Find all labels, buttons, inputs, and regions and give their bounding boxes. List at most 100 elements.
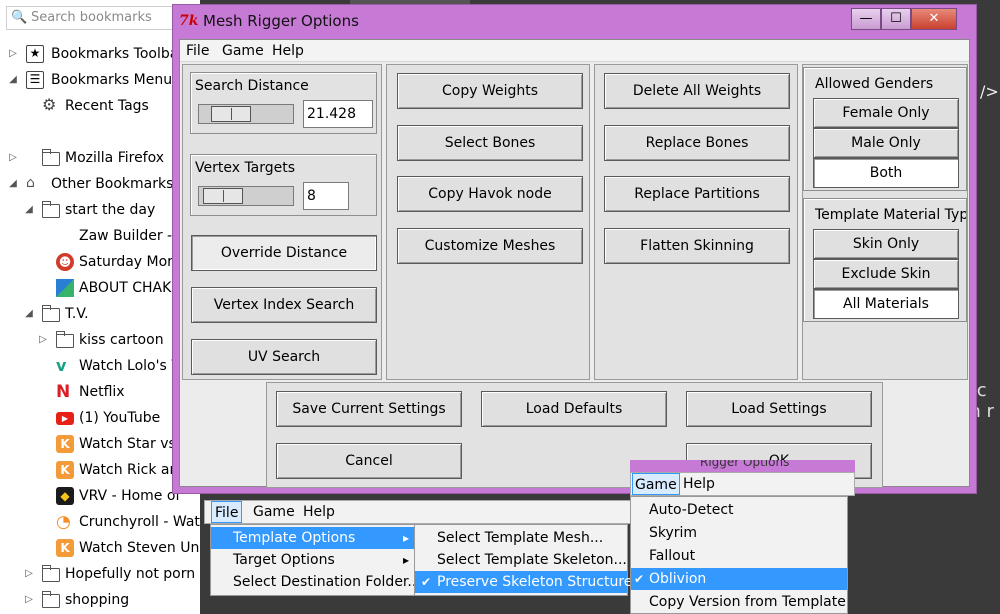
submenu-arrow-icon: ▸: [403, 553, 410, 567]
replace-partitions-button[interactable]: Replace Partitions: [604, 176, 790, 212]
close-button[interactable]: ✕: [911, 8, 957, 30]
bookmark-item[interactable]: ◔ Crunchyroll - Watch: [8, 510, 200, 534]
bookmark-item[interactable]: ▶ (1) YouTube: [8, 406, 198, 430]
bookmark-folder[interactable]: ▷ Mozilla Firefox: [8, 146, 198, 170]
bookmark-folder[interactable]: ◢ T.V.: [8, 302, 198, 326]
menu-help[interactable]: Help: [272, 43, 304, 59]
title-bar[interactable]: 7k Mesh Rigger Options — ☐ ✕: [173, 5, 976, 39]
bookmark-folder[interactable]: ▷ shopping: [8, 588, 198, 612]
search-distance-field[interactable]: 21.428: [303, 100, 373, 128]
menu-item-oblivion[interactable]: Oblivion: [631, 568, 847, 590]
k-site-icon: K: [56, 435, 74, 453]
search-placeholder: Search bookmarks: [31, 10, 152, 25]
collapse-arrow-icon[interactable]: ◢: [24, 302, 34, 326]
menu-item-preserve-skeleton[interactable]: Preserve Skeleton Structure: [415, 571, 632, 593]
collapse-arrow-icon[interactable]: ◢: [8, 172, 18, 196]
bookmark-label: Recent Tags: [65, 98, 149, 114]
menu-item-select-template-mesh[interactable]: Select Template Mesh...: [415, 527, 627, 549]
menu-game[interactable]: Game: [222, 43, 264, 59]
delete-all-weights-button[interactable]: Delete All Weights: [604, 73, 790, 109]
expand-arrow-icon[interactable]: ▷: [38, 328, 48, 352]
bookmark-item[interactable]: Zaw Builder - S: [8, 224, 198, 248]
flatten-skinning-button[interactable]: Flatten Skinning: [604, 228, 790, 264]
vine-icon: v: [56, 356, 67, 375]
game-dropdown: Auto-Detect Skyrim Fallout Oblivion ✔ Co…: [630, 496, 848, 614]
override-distance-button[interactable]: Override Distance: [191, 235, 377, 271]
bookmark-folder[interactable]: ◢ start the day: [8, 198, 198, 222]
file-dropdown: Template Options ▸ Target Options ▸ Sele…: [210, 524, 421, 596]
copy-weights-button[interactable]: Copy Weights: [397, 73, 583, 109]
customize-meshes-button[interactable]: Customize Meshes: [397, 228, 583, 264]
menu-item-template-options[interactable]: Template Options: [211, 527, 415, 549]
menu-item-target-options[interactable]: Target Options: [211, 549, 415, 571]
both-button[interactable]: Both: [813, 158, 959, 188]
bookmark-item[interactable]: K Watch Star vs.: [8, 432, 198, 456]
replace-bones-button[interactable]: Replace Bones: [604, 125, 790, 161]
load-settings-button[interactable]: Load Settings: [686, 391, 872, 427]
uv-search-button[interactable]: UV Search: [191, 339, 377, 375]
menu-game[interactable]: Game: [253, 501, 295, 523]
vertex-index-search-button[interactable]: Vertex Index Search: [191, 287, 377, 323]
minimize-button[interactable]: —: [851, 8, 881, 30]
bookmark-folder[interactable]: ◢ ⌂ Other Bookmarks: [8, 172, 198, 196]
folder-icon: [56, 331, 74, 348]
menu-file[interactable]: File: [186, 43, 209, 59]
menu-file-open[interactable]: File: [211, 501, 243, 523]
window-title: Mesh Rigger Options: [203, 12, 359, 30]
female-only-button[interactable]: Female Only: [813, 98, 959, 128]
menu-game-open[interactable]: Game: [632, 473, 680, 495]
submenu-arrow-icon: ▸: [403, 531, 410, 545]
menu-help[interactable]: Help: [303, 501, 335, 523]
template-material-group: Template Material Typ Skin Only Exclude …: [803, 198, 967, 322]
exclude-skin-button[interactable]: Exclude Skin: [813, 259, 959, 289]
bookmark-item[interactable]: v Watch Lolo's V: [8, 354, 198, 378]
collapse-arrow-icon[interactable]: ◢: [24, 198, 34, 222]
bookmark-item[interactable]: K Watch Steven Unive: [8, 536, 200, 560]
slider-thumb[interactable]: [203, 188, 243, 204]
bookmark-label: shopping: [65, 592, 130, 608]
expand-arrow-icon[interactable]: ▷: [24, 588, 34, 612]
menu-item-copy-version[interactable]: Copy Version from Template: [631, 591, 847, 613]
allowed-genders-group: Allowed Genders Female Only Male Only Bo…: [803, 67, 967, 191]
bookmark-folder[interactable]: ▷ Hopefully not porn: [8, 562, 198, 586]
expand-arrow-icon[interactable]: ▷: [24, 562, 34, 586]
search-distance-slider[interactable]: [198, 104, 294, 124]
menu-item-select-template-skeleton[interactable]: Select Template Skeleton...: [415, 549, 627, 571]
load-defaults-button[interactable]: Load Defaults: [481, 391, 667, 427]
save-current-settings-button[interactable]: Save Current Settings: [276, 391, 462, 427]
vertex-targets-field[interactable]: 8: [303, 182, 349, 210]
menu-item-fallout[interactable]: Fallout: [631, 545, 847, 567]
bookmark-folder[interactable]: ▷ kiss cartoon: [8, 328, 198, 352]
bookmark-item[interactable]: ◢ ☰ Bookmarks Menu: [8, 68, 198, 92]
bookmark-item[interactable]: ◆ VRV - Home of: [8, 484, 198, 508]
skin-only-button[interactable]: Skin Only: [813, 229, 959, 259]
male-only-button[interactable]: Male Only: [813, 128, 959, 158]
collapse-arrow-icon[interactable]: ◢: [8, 68, 18, 92]
vertex-targets-slider[interactable]: [198, 186, 294, 206]
bookmark-item[interactable]: ▷ ★ Bookmarks Toolbar: [8, 42, 198, 66]
maximize-button[interactable]: ☐: [881, 8, 911, 30]
expand-arrow-icon[interactable]: ▷: [8, 146, 18, 170]
bookmark-label: Bookmarks Menu: [51, 72, 173, 88]
bookmark-item[interactable]: N Netflix: [8, 380, 198, 404]
expand-arrow-icon[interactable]: ▷: [8, 42, 18, 66]
slider-thumb[interactable]: [211, 106, 251, 122]
search-bookmarks-input[interactable]: 🔍 Search bookmarks: [6, 6, 196, 30]
bookmark-item[interactable]: ☻ Saturday Morn: [8, 250, 198, 274]
menu-item-auto-detect[interactable]: Auto-Detect: [631, 499, 847, 521]
menu-help[interactable]: Help: [683, 473, 715, 495]
k-site-icon: K: [56, 539, 74, 557]
bookmark-item[interactable]: ⚙ Recent Tags: [8, 94, 198, 118]
search-icon: 🔍: [11, 10, 28, 25]
menu-item-skyrim[interactable]: Skyrim: [631, 522, 847, 544]
skinning-panel: Delete All Weights Replace Bones Replace…: [594, 64, 798, 380]
cancel-button[interactable]: Cancel: [276, 443, 462, 479]
copy-havok-node-button[interactable]: Copy Havok node: [397, 176, 583, 212]
select-bones-button[interactable]: Select Bones: [397, 125, 583, 161]
bookmark-label: Other Bookmarks: [51, 176, 174, 192]
bookmark-item[interactable]: ABOUT CHAK!: [8, 276, 198, 300]
bookmark-item[interactable]: K Watch Rick and: [8, 458, 198, 482]
all-materials-button[interactable]: All Materials: [813, 289, 959, 319]
star-toolbar-icon: ★: [26, 45, 44, 63]
menu-item-select-destination[interactable]: Select Destination Folder...: [211, 571, 421, 593]
